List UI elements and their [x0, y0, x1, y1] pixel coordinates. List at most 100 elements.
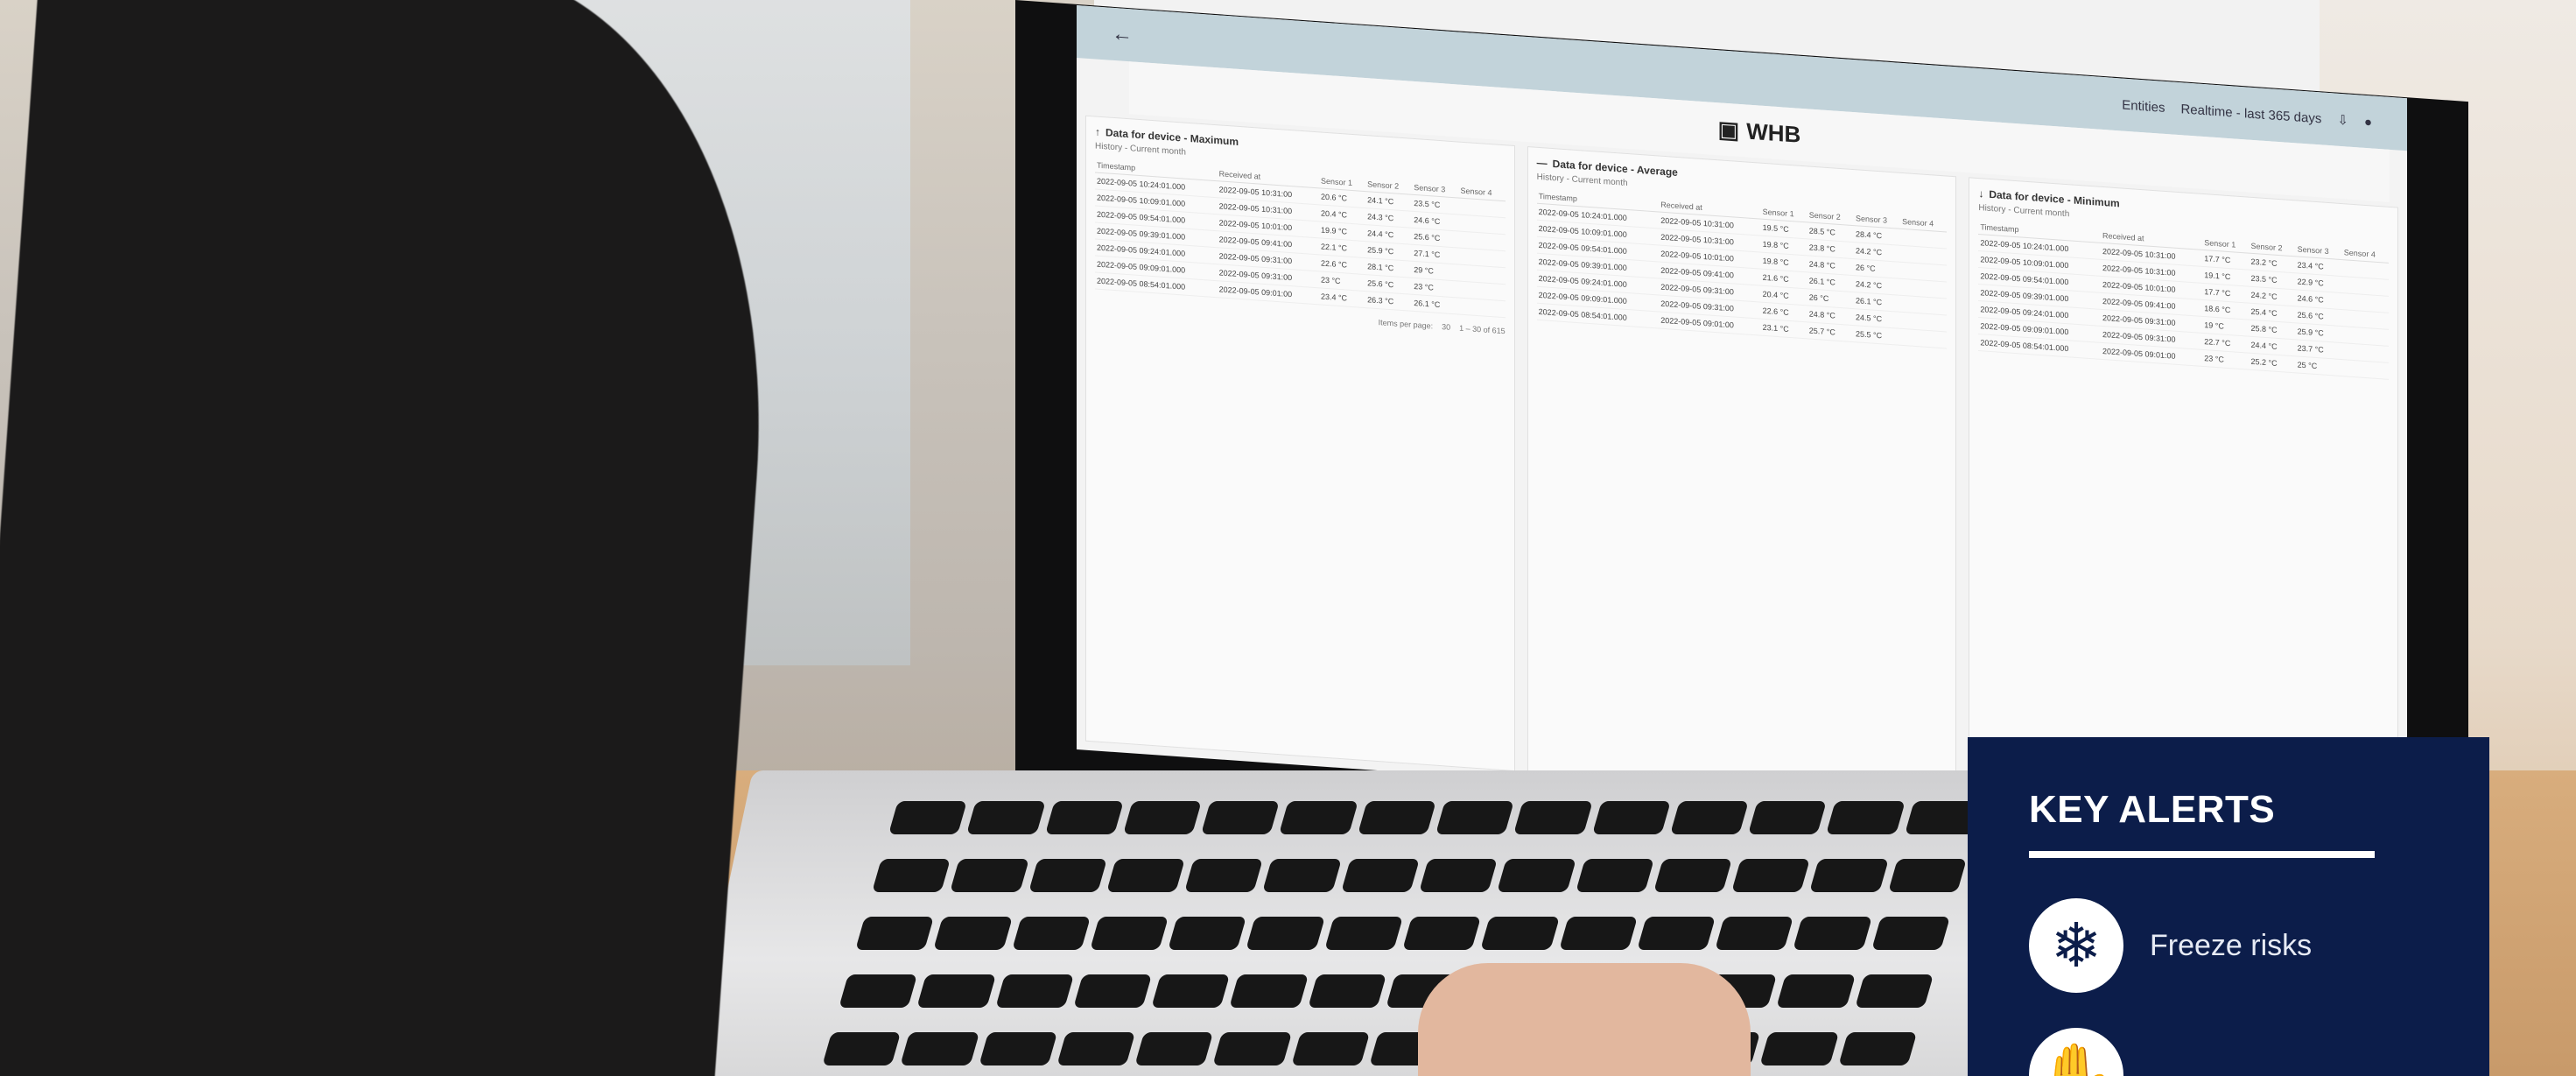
keyboard-key [978, 1032, 1058, 1065]
keyboard-key [1809, 859, 1889, 892]
keyboard-key [1715, 917, 1794, 950]
keyboard-key [1636, 917, 1716, 950]
arrow-down-icon: ↓ [1978, 187, 1984, 200]
arrow-up-icon: ↑ [1095, 125, 1100, 138]
panels: ↑ Data for device - Maximum History - Cu… [1085, 115, 2399, 833]
keyboard-key [966, 801, 1046, 834]
panel-minimum: ↓ Data for device - Minimum History - Cu… [1969, 177, 2399, 833]
entities-link[interactable]: Entities [2122, 97, 2165, 115]
key-alerts-card: KEY ALERTS ❄ Freeze risks ✋ [1968, 737, 2489, 1076]
keyboard-key [1229, 974, 1309, 1008]
keyboard-key [855, 917, 935, 950]
keyboard-key [1201, 801, 1281, 834]
keyboard-key [1558, 917, 1638, 950]
table-cell: 23.1 °C [1760, 319, 1807, 339]
keyboard-key [888, 801, 968, 834]
alert-label: Freeze risks [2150, 928, 2313, 962]
keyboard-key [1837, 1032, 1918, 1065]
keyboard-key [1591, 801, 1671, 834]
keyboard-key [1497, 859, 1576, 892]
keyboard-key [950, 859, 1029, 892]
keyboard-key [1357, 801, 1436, 834]
keyboard-key [872, 859, 951, 892]
keyboard-key [1307, 974, 1387, 1008]
keyboard-key [1246, 917, 1325, 950]
device-icon: ▣ [1717, 115, 1740, 144]
keyboard-key [1871, 917, 1951, 950]
table-cell: 25 °C [2295, 355, 2342, 376]
keyboard-key [994, 974, 1074, 1008]
keyboard-key [1056, 1032, 1136, 1065]
keyboard-key [1669, 801, 1750, 834]
laptop-keyboard [818, 801, 1983, 1076]
table-cell: 25.2 °C [2249, 353, 2296, 373]
keyboard-key [1290, 1032, 1371, 1065]
keyboard-key [1323, 917, 1404, 950]
table-cell [1458, 298, 1506, 318]
keyboard-key [1279, 801, 1358, 834]
keyboard-key [1480, 917, 1560, 950]
keyboard-key [1106, 859, 1186, 892]
data-table: Timestamp Received at Sensor 1 Sensor 2 … [1095, 158, 1506, 318]
keyboard-key [1028, 859, 1107, 892]
keyboard-key [1212, 1032, 1292, 1065]
alert-item-partial: ✋ [2029, 1028, 2428, 1076]
keyboard-key [822, 1032, 902, 1065]
table-cell: 23 °C [2202, 349, 2250, 370]
panel-maximum: ↑ Data for device - Maximum History - Cu… [1085, 115, 1515, 772]
typing-hand [1418, 963, 1751, 1076]
download-icon[interactable]: ⇩ [2337, 112, 2348, 129]
keyboard-key [1073, 974, 1153, 1008]
keyboard-key [1435, 801, 1515, 834]
back-arrow-icon[interactable]: ← [1112, 22, 1133, 48]
keyboard-key [1134, 1032, 1214, 1065]
keyboard-key [1887, 859, 1967, 892]
laptop-screen: ← Entities Realtime - last 365 days ⇩ ● … [1077, 5, 2407, 843]
average-icon: — [1536, 156, 1548, 170]
keyboard-key [1089, 917, 1169, 950]
keyboard-key [1122, 801, 1203, 834]
keyboard-key [1184, 859, 1264, 892]
photo-scene: ← Entities Realtime - last 365 days ⇩ ● … [0, 0, 2576, 1076]
pager-label: Items per page: [1378, 318, 1434, 331]
keyboard-key [1168, 917, 1247, 950]
keyboard-key [839, 974, 918, 1008]
keyboard-key [916, 974, 996, 1008]
keyboard-key [1044, 801, 1124, 834]
keyboard-key [1826, 801, 1906, 834]
table-cell: 23.4 °C [1318, 287, 1366, 308]
keyboard-key [1793, 917, 1872, 950]
table-cell: 25.7 °C [1807, 321, 1854, 342]
keyboard-key [1402, 917, 1482, 950]
keyboard-key [1854, 974, 1934, 1008]
keyboard-key [1776, 974, 1856, 1008]
keyboard-key [1419, 859, 1499, 892]
keyboard-key [1011, 917, 1091, 950]
table-cell: 26.3 °C [1365, 291, 1413, 312]
keyboard-key [1151, 974, 1231, 1008]
account-icon[interactable]: ● [2364, 114, 2372, 130]
panel-average: — Data for device - Average History - Cu… [1527, 145, 1957, 803]
data-table: Timestamp Received at Sensor 1 Sensor 2 … [1536, 188, 1948, 349]
keyboard-key [1575, 859, 1654, 892]
keyboard-key [933, 917, 1013, 950]
time-window-link[interactable]: Realtime - last 365 days [2180, 102, 2321, 126]
keyboard-key [900, 1032, 979, 1065]
keyboard-key [1759, 1032, 1839, 1065]
dashboard-title: WHB [1746, 117, 1801, 148]
title-underline [2029, 851, 2375, 858]
snowflake-icon: ❄ [2029, 898, 2123, 993]
table-cell: 26.1 °C [1412, 294, 1459, 315]
hand-icon: ✋ [2029, 1028, 2123, 1076]
pager-size[interactable]: 30 [1442, 322, 1450, 332]
keyboard-key [1262, 859, 1342, 892]
keyboard-key [1731, 859, 1811, 892]
pager-range: 1 – 30 of 615 [1459, 323, 1506, 336]
table-cell [2341, 359, 2390, 380]
keyboard-key [1653, 859, 1733, 892]
table-cell [1900, 328, 1948, 349]
keyboard-key [1513, 801, 1593, 834]
data-table: Timestamp Received at Sensor 1 Sensor 2 … [1978, 220, 2390, 380]
keyboard-key [1748, 801, 1828, 834]
keyboard-key [1340, 859, 1420, 892]
